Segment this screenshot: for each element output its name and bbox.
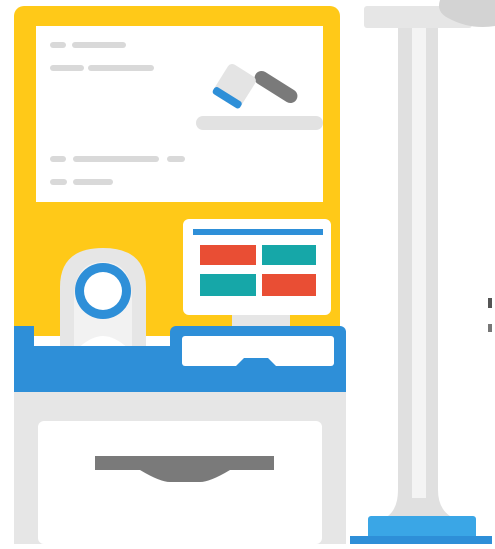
- text-line: [50, 156, 66, 162]
- monitor-icon: [183, 219, 331, 329]
- kiosk-illustration: [14, 0, 495, 544]
- edge-mark: [488, 298, 492, 308]
- text-line: [50, 42, 66, 48]
- illustration-canvas: [0, 0, 495, 544]
- info-board: [36, 26, 323, 202]
- text-line: [73, 156, 159, 162]
- text-line: [73, 179, 113, 185]
- stanchion-icon: [350, 6, 492, 544]
- text-line: [50, 65, 84, 71]
- text-line: [88, 65, 154, 71]
- edge-mark: [488, 324, 492, 332]
- text-line: [167, 156, 185, 162]
- text-line: [72, 42, 126, 48]
- text-line: [50, 179, 67, 185]
- keyboard-icon: [182, 336, 334, 366]
- cabinet-drawer: [38, 421, 322, 544]
